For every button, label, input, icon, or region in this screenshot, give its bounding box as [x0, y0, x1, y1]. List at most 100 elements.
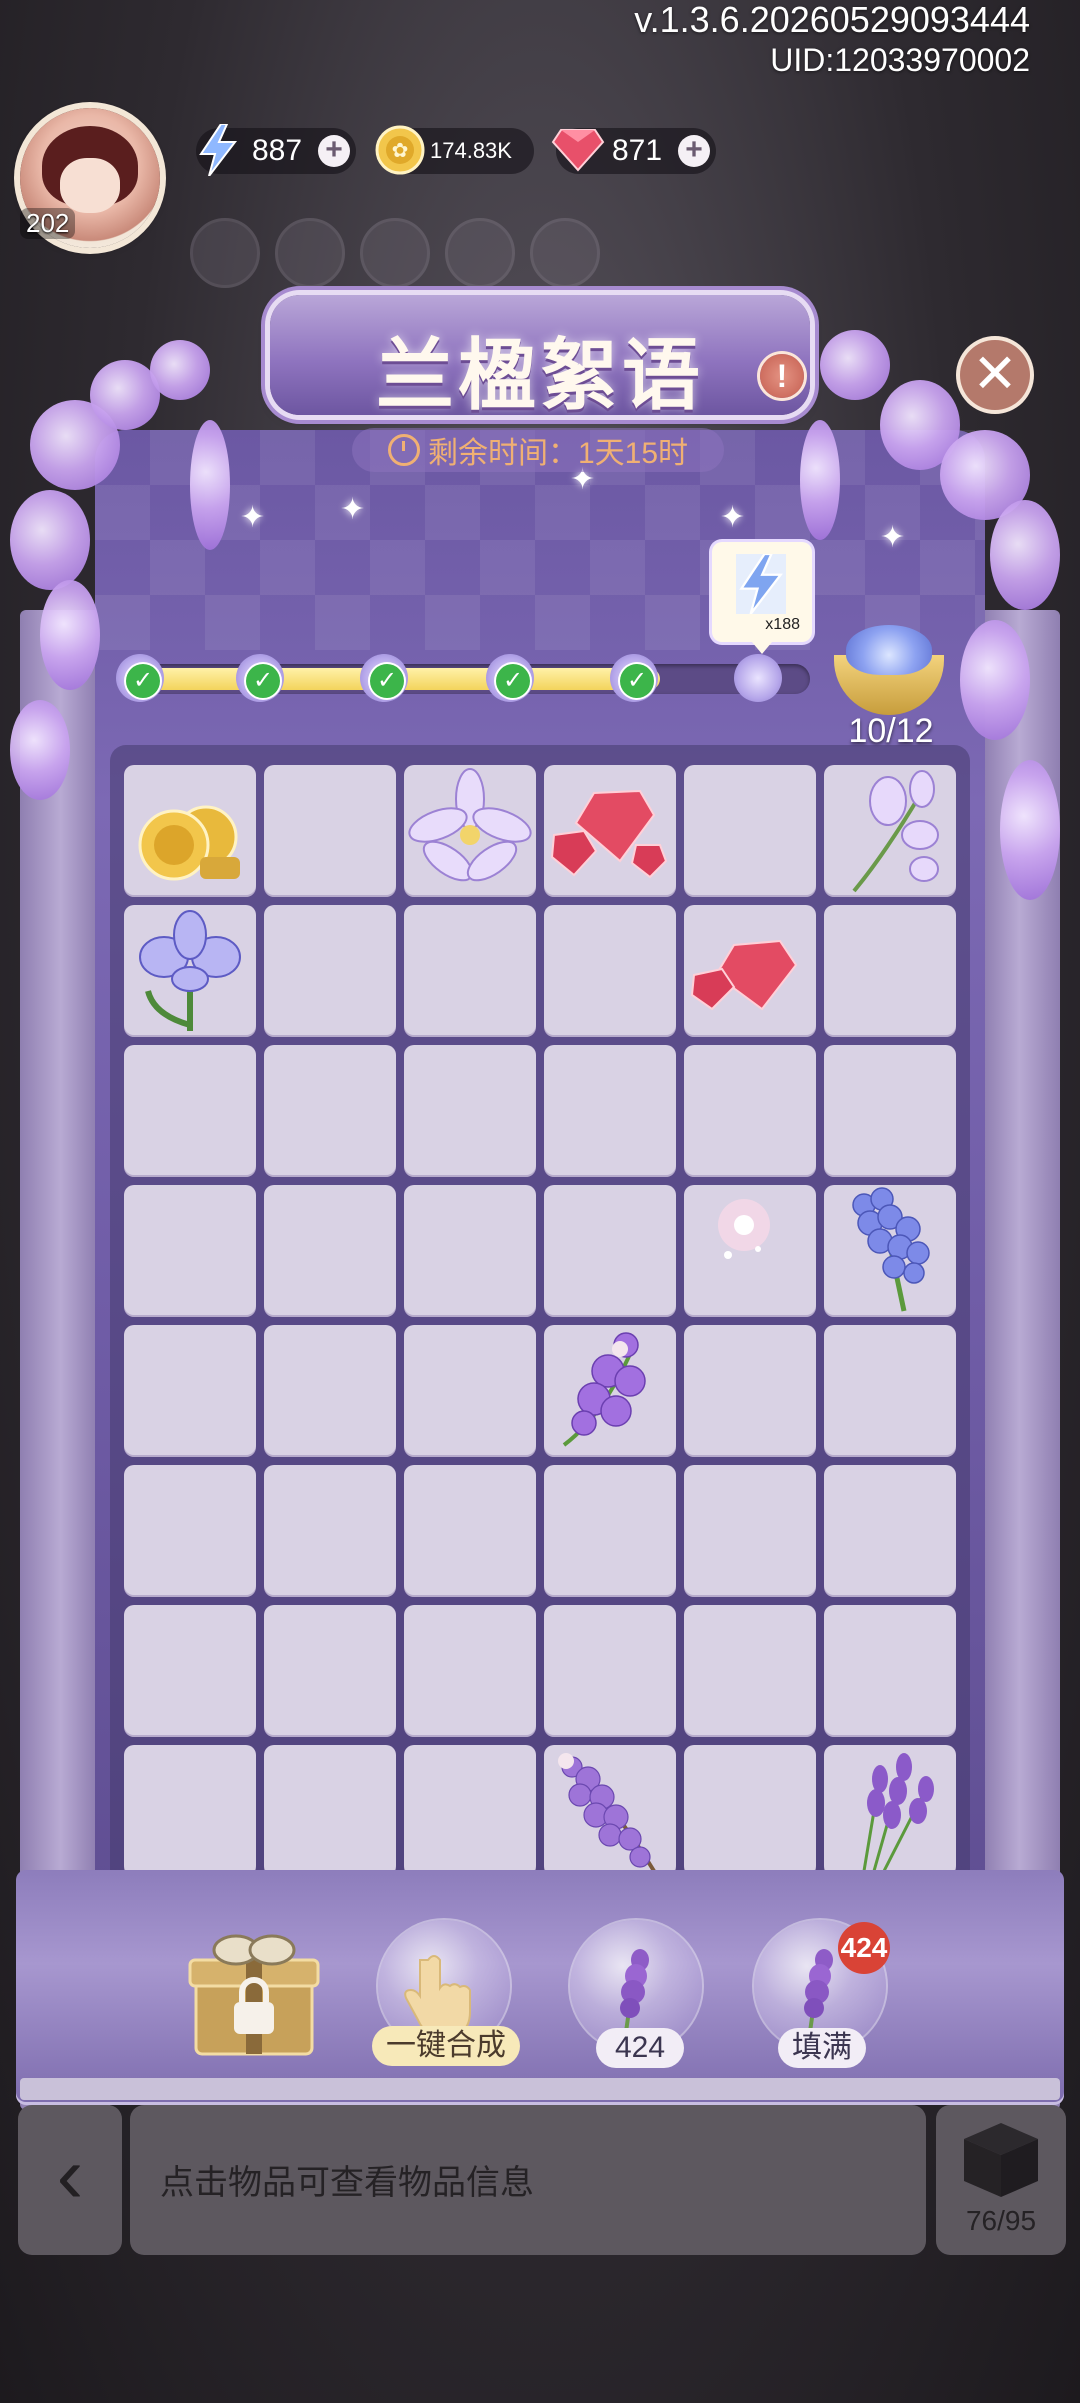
wisteria-decoration [150, 340, 210, 400]
board-cell[interactable] [264, 765, 396, 897]
chevron-left-icon: ‹ [56, 2130, 84, 2219]
board-cell[interactable] [824, 905, 956, 1037]
event-info-button[interactable]: ! [760, 354, 804, 398]
violet-bouquet-icon[interactable] [544, 1325, 676, 1457]
board-cell[interactable] [404, 1605, 536, 1737]
board-cell[interactable] [124, 765, 256, 897]
sparkle-icon: ✦ [240, 501, 266, 534]
event-title: 兰楹絮语 [375, 330, 704, 421]
storage-button[interactable]: 76/95 [936, 2105, 1066, 2255]
board-cell[interactable] [124, 1605, 256, 1737]
board-cell[interactable] [684, 1745, 816, 1877]
back-button[interactable]: ‹ [18, 2105, 122, 2255]
locked-gift-box[interactable] [184, 1922, 324, 2062]
board-cell[interactable] [824, 1605, 956, 1737]
board-cell[interactable] [824, 1745, 956, 1877]
board-cell[interactable] [264, 1745, 396, 1877]
checkmark-icon: ✓ [126, 664, 160, 698]
sparkle-icon: ✦ [340, 493, 366, 526]
fill-label[interactable]: 填满 [778, 2028, 866, 2068]
board-cell[interactable] [404, 1745, 536, 1877]
next-reward-card[interactable]: x188 [712, 542, 812, 654]
board-cell[interactable] [684, 765, 816, 897]
add-gems-button[interactable]: + [678, 135, 710, 167]
board-cell[interactable] [124, 905, 256, 1037]
checkmark-icon: ✓ [620, 664, 654, 698]
gem-value: 871 [612, 134, 663, 167]
lily-flower-icon[interactable] [404, 765, 536, 897]
gift-lock-icon [188, 1934, 320, 2056]
energy-value: 887 [252, 134, 303, 167]
board-cell[interactable] [544, 1605, 676, 1737]
wisteria-decoration [10, 490, 90, 590]
board-cell[interactable] [404, 905, 536, 1037]
progress-node: ✓ [112, 650, 168, 706]
board-cell[interactable] [264, 1185, 396, 1317]
board-cell[interactable] [264, 1045, 396, 1177]
board-cell[interactable] [404, 1045, 536, 1177]
board-cell[interactable] [264, 1605, 396, 1737]
board-cell[interactable] [824, 1045, 956, 1177]
background-icons [180, 218, 620, 288]
board-cell[interactable] [684, 1465, 816, 1597]
board-cell[interactable] [824, 765, 956, 897]
board-cell[interactable] [124, 1465, 256, 1597]
player-avatar[interactable]: 202 [20, 108, 160, 258]
clock-icon [387, 434, 420, 466]
final-reward-lotus[interactable] [828, 615, 950, 725]
gold-coins-icon[interactable] [124, 765, 256, 897]
fill-count-badge: 424 [838, 1922, 890, 1974]
faded-icon [445, 218, 515, 288]
board-cell[interactable] [544, 1045, 676, 1177]
user-id: UID:12033970002 [770, 42, 1030, 78]
board-cell[interactable] [544, 905, 676, 1037]
item-info-panel: 点击物品可查看物品信息 [130, 2105, 926, 2255]
ruby-gem-icon[interactable] [684, 905, 816, 1037]
gold-counter: ✿ 174.83K [375, 125, 534, 175]
board-cell[interactable] [824, 1185, 956, 1317]
gem-counter: 871 + [551, 128, 716, 174]
hyacinth-flower-icon[interactable] [824, 1185, 956, 1317]
board-cell[interactable] [404, 765, 536, 897]
board-cell[interactable] [124, 1185, 256, 1317]
board-cell[interactable] [684, 1185, 816, 1317]
board-cell[interactable] [264, 1465, 396, 1597]
board-cell[interactable] [824, 1325, 956, 1457]
board-cell[interactable] [264, 905, 396, 1037]
board-cell[interactable] [544, 1325, 676, 1457]
lavender-bunch-icon[interactable] [824, 1745, 956, 1877]
wisteria-decoration [960, 620, 1030, 740]
ruby-gems-icon[interactable] [544, 765, 676, 897]
close-icon: ✕ [972, 344, 1018, 404]
close-button[interactable]: ✕ [960, 340, 1030, 410]
board-cell[interactable] [124, 1325, 256, 1457]
board-cell[interactable] [124, 1045, 256, 1177]
board-cell[interactable] [124, 1745, 256, 1877]
faded-icon [190, 218, 260, 288]
progress-node: ✓ [482, 650, 538, 706]
board-cell[interactable] [684, 1605, 816, 1737]
flower-node-icon [734, 654, 782, 702]
freesia-flower-icon[interactable] [824, 765, 956, 897]
board-cell[interactable] [684, 1045, 816, 1177]
board-cell[interactable] [684, 1325, 816, 1457]
add-energy-button[interactable]: + [318, 135, 350, 167]
gold-coin-icon: ✿ [372, 122, 428, 178]
board-cell[interactable] [544, 1745, 676, 1877]
board-cell[interactable] [684, 905, 816, 1037]
board-cell[interactable] [824, 1465, 956, 1597]
board-cell[interactable] [404, 1325, 536, 1457]
board-cell[interactable] [544, 1465, 676, 1597]
board-cell[interactable] [544, 765, 676, 897]
reward-pointer [752, 642, 772, 654]
merge-all-label[interactable]: 一键合成 [372, 2026, 520, 2066]
sparkle-effect-icon[interactable] [684, 1185, 816, 1317]
iris-flower-icon[interactable] [124, 905, 256, 1037]
board-cell[interactable] [404, 1185, 536, 1317]
ruby-icon [550, 122, 606, 178]
board-cell[interactable] [404, 1465, 536, 1597]
merge-board [110, 745, 970, 1905]
lilac-branch-icon[interactable] [544, 1745, 676, 1877]
board-cell[interactable] [264, 1325, 396, 1457]
board-cell[interactable] [544, 1185, 676, 1317]
